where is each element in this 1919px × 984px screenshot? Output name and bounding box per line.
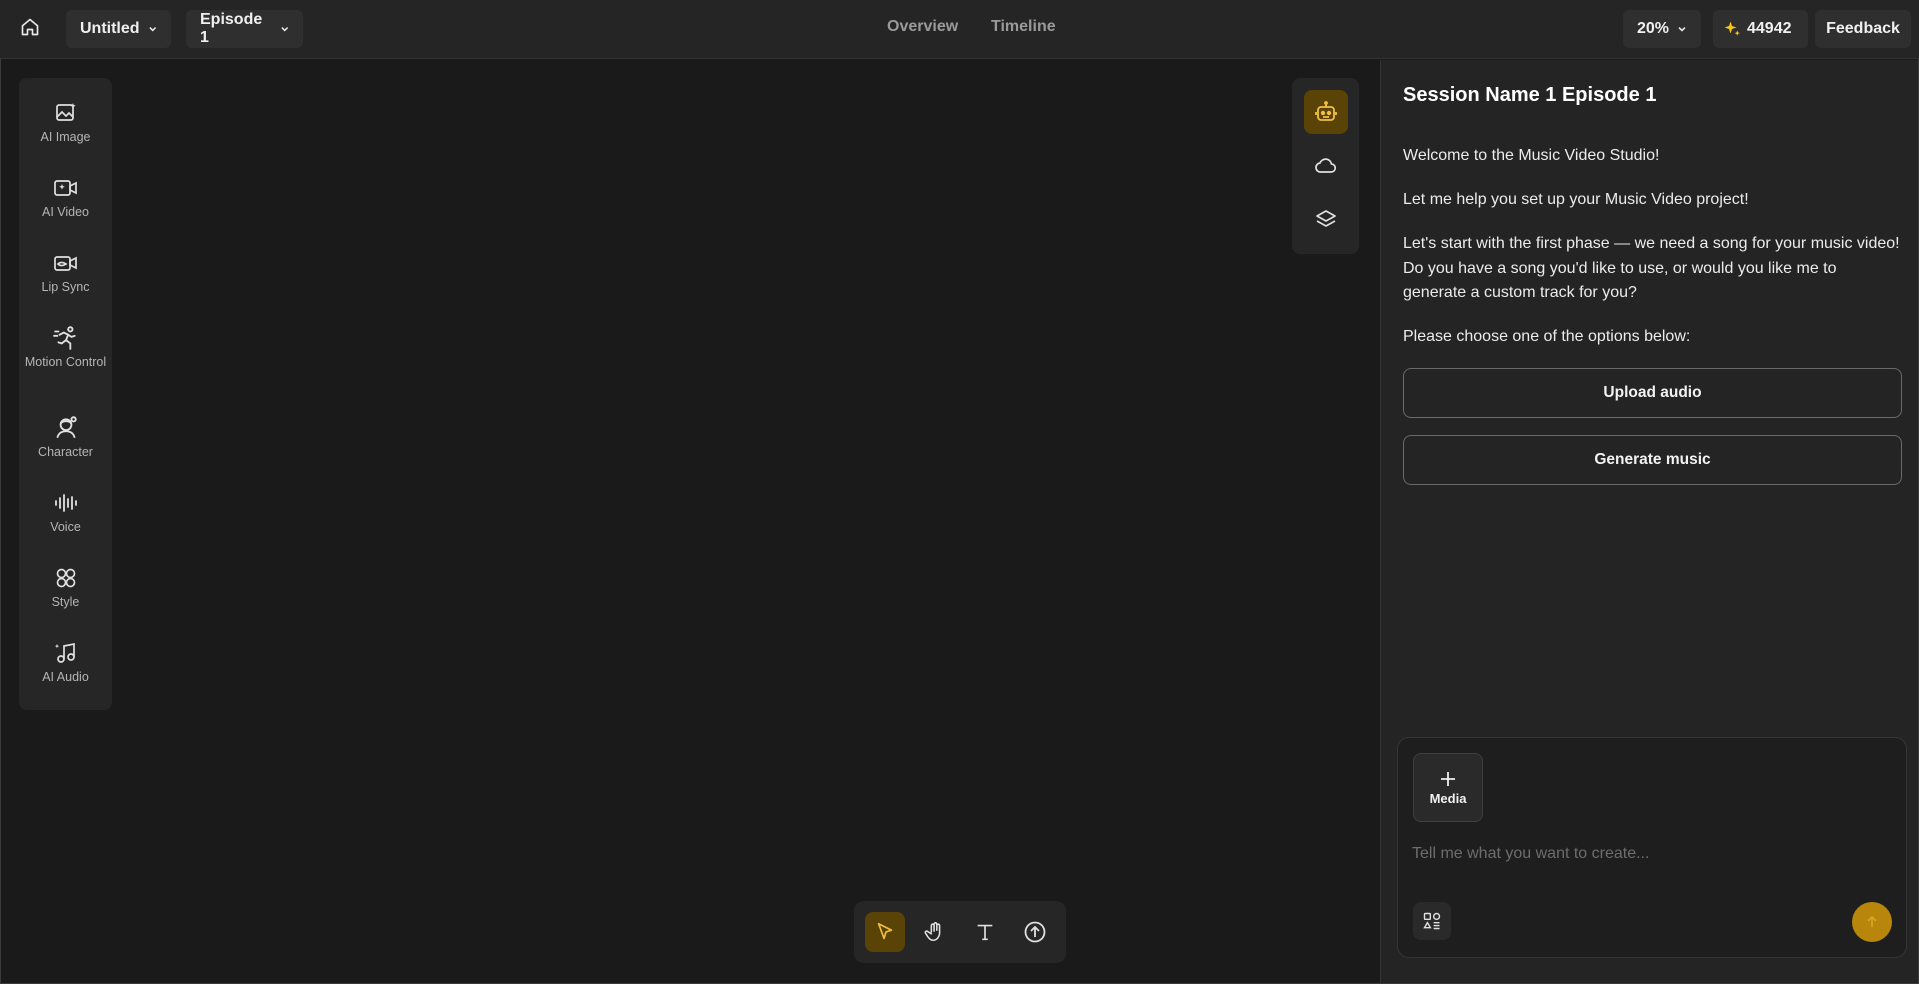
style-icon	[53, 565, 79, 591]
sidebar-item-label: Character	[38, 445, 93, 459]
feedback-label: Feedback	[1826, 20, 1900, 37]
shapes-icon	[1423, 912, 1441, 930]
chat-composer: Media	[1397, 737, 1907, 958]
feedback-button[interactable]: Feedback	[1815, 10, 1911, 48]
sparkle-icon	[1724, 21, 1740, 36]
chevron-down-icon	[1678, 26, 1686, 32]
cloud-button[interactable]	[1304, 144, 1348, 188]
sidebar-item-label: Motion Control	[24, 355, 107, 369]
zoom-level: 20%	[1637, 20, 1670, 37]
sidebar-item-ai-video[interactable]: AI Video	[19, 175, 112, 220]
running-figure-icon	[52, 325, 79, 351]
sidebar-item-voice[interactable]: Voice	[19, 490, 112, 535]
top-bar: Untitled Episode 1 Overview Timeline 20%…	[0, 0, 1919, 59]
chat-title: Session Name 1 Episode 1	[1403, 84, 1657, 106]
chat-message: Please choose one of the options below:	[1403, 328, 1691, 345]
sidebar-item-character[interactable]: Character	[19, 415, 112, 460]
credits-badge[interactable]: 44942	[1713, 10, 1808, 48]
ai-assistant-button[interactable]	[1304, 90, 1348, 134]
chat-message: Let me help you set up your Music Video …	[1403, 191, 1749, 208]
select-tool[interactable]	[865, 912, 905, 952]
add-media-button[interactable]: Media	[1413, 753, 1483, 822]
hand-tool[interactable]	[915, 912, 955, 952]
project-name-dropdown[interactable]: Untitled	[66, 10, 171, 48]
home-button[interactable]	[18, 15, 42, 39]
layers-icon	[1316, 210, 1336, 227]
layers-button[interactable]	[1304, 198, 1348, 242]
upload-tool[interactable]	[1015, 912, 1055, 952]
tab-timeline[interactable]: Timeline	[991, 18, 1056, 36]
episode-dropdown[interactable]: Episode 1	[186, 10, 303, 48]
tab-overview[interactable]: Overview	[887, 18, 958, 36]
chat-message: Let's start with the first phase — we ne…	[1403, 235, 1900, 301]
sidebar-item-label: AI Video	[41, 205, 90, 219]
robot-icon	[1315, 101, 1337, 121]
chevron-down-icon	[280, 27, 288, 32]
chat-message: Welcome to the Music Video Studio!	[1403, 147, 1660, 164]
image-sparkle-icon	[53, 100, 79, 126]
sidebar-item-label: Lip Sync	[41, 280, 90, 294]
sidebar-item-label: AI Audio	[42, 670, 89, 684]
arrow-up-icon	[1867, 915, 1877, 927]
sidebar-item-motion-control[interactable]: Motion Control	[19, 325, 112, 370]
credits-count: 44942	[1747, 20, 1792, 37]
video-sparkle-icon	[53, 175, 79, 201]
chat-panel: Session Name 1 Episode 1 Welcome to the …	[1380, 60, 1918, 983]
waveform-icon	[53, 490, 79, 516]
episode-label: Episode 1	[200, 11, 263, 46]
text-icon	[977, 924, 993, 941]
zoom-dropdown[interactable]: 20%	[1623, 10, 1701, 48]
send-button[interactable]	[1852, 902, 1892, 942]
lip-sync-icon	[53, 250, 79, 276]
sidebar-item-ai-image[interactable]: AI Image	[19, 100, 112, 145]
upload-icon	[1024, 921, 1046, 943]
project-name-label: Untitled	[80, 20, 140, 37]
media-label: Media	[1429, 791, 1467, 806]
text-tool[interactable]	[965, 912, 1005, 952]
home-icon	[21, 18, 39, 36]
tool-sidebar: AI Image AI Video Lip Sync Motion Contro…	[19, 78, 112, 710]
sidebar-item-label: Voice	[50, 520, 81, 534]
music-note-icon	[53, 640, 79, 666]
canvas-toolbar	[854, 901, 1066, 963]
cloud-icon	[1315, 158, 1337, 173]
hand-icon	[924, 922, 941, 942]
upload-audio-button[interactable]: Upload audio	[1403, 368, 1902, 418]
sidebar-item-label: AI Image	[40, 130, 91, 144]
sidebar-item-ai-audio[interactable]: AI Audio	[19, 640, 112, 685]
plus-icon	[1441, 772, 1455, 786]
generate-music-button[interactable]: Generate music	[1403, 435, 1902, 485]
prompt-input[interactable]	[1412, 840, 1882, 868]
assets-button[interactable]	[1413, 902, 1451, 940]
pointer-icon	[877, 922, 893, 940]
canvas-side-tools	[1292, 78, 1359, 254]
sidebar-item-lip-sync[interactable]: Lip Sync	[19, 250, 112, 295]
chevron-down-icon	[148, 27, 156, 32]
sidebar-item-style[interactable]: Style	[19, 565, 112, 610]
sidebar-item-label: Style	[51, 595, 80, 609]
character-icon	[53, 415, 79, 441]
